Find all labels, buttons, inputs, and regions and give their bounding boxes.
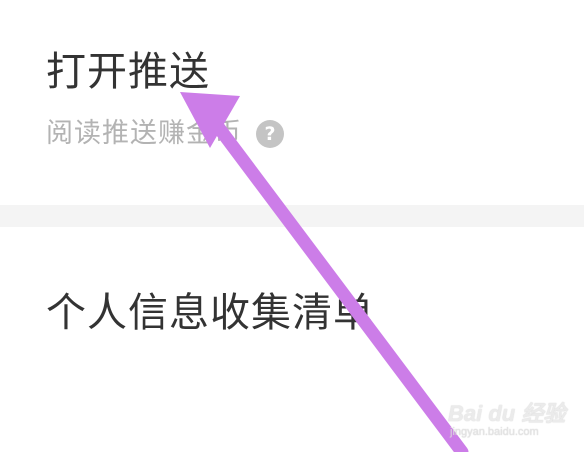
open-push-subtitle-row: 阅读推送赚金币 ?	[46, 114, 284, 154]
question-mark-icon[interactable]: ?	[256, 120, 284, 148]
settings-page: 打开推送 阅读推送赚金币 ? 个人信息收集清单 Bai du 经验 jingya…	[0, 0, 584, 452]
watermark-url: jingyan.baidu.com	[450, 426, 539, 438]
watermark-logo: Bai du 经验	[448, 401, 566, 426]
personal-info-list-title: 个人信息收集清单	[46, 290, 374, 336]
open-push-subtitle: 阅读推送赚金币	[46, 118, 242, 149]
open-push-setting-row[interactable]: 打开推送 阅读推送赚金币 ?	[0, 0, 584, 205]
section-divider	[0, 205, 584, 227]
baidu-jingyan-watermark: Bai du 经验 jingyan.baidu.com	[448, 396, 580, 448]
open-push-title: 打开推送	[46, 49, 210, 95]
